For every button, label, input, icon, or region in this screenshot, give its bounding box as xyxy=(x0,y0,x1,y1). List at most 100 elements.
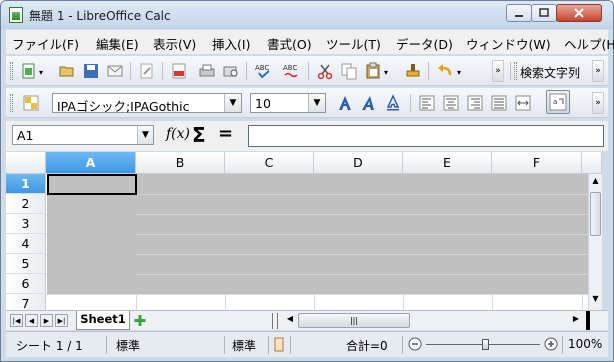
status-page-style[interactable]: 標準 xyxy=(116,337,140,354)
menu-edit[interactable]: 編集(E) xyxy=(96,34,139,53)
column-header-d[interactable]: D xyxy=(314,152,403,174)
column-header-b[interactable]: B xyxy=(136,152,225,174)
paste-dropdown-icon[interactable]: ▾ xyxy=(384,68,388,77)
function-button[interactable]: = xyxy=(218,123,233,144)
tab-splitter-handle[interactable] xyxy=(272,313,278,329)
sum-button[interactable]: Σ xyxy=(192,123,206,147)
edit-file-button[interactable] xyxy=(138,62,156,80)
open-button[interactable] xyxy=(58,62,76,80)
paste-button[interactable] xyxy=(364,62,382,80)
column-header-c[interactable]: C xyxy=(225,152,314,174)
zoom-in-button[interactable] xyxy=(544,337,558,351)
column-header-f[interactable]: F xyxy=(492,152,582,174)
toolbar-grip[interactable] xyxy=(10,62,13,80)
zoom-out-button[interactable] xyxy=(408,337,422,351)
find-overflow-icon[interactable]: » xyxy=(592,60,604,82)
new-document-button[interactable] xyxy=(20,62,38,80)
paintbrush-icon xyxy=(406,64,420,77)
font-name-combo[interactable]: IPAゴシック;IPAGothic ▼ xyxy=(52,93,242,114)
name-box-dropdown-icon[interactable]: ▼ xyxy=(137,126,153,144)
export-pdf-button[interactable] xyxy=(170,62,188,80)
status-sum[interactable]: 合計=0 xyxy=(346,337,388,354)
split-handle[interactable] xyxy=(586,311,590,330)
sheet-tab-sheet1[interactable]: Sheet1 xyxy=(76,311,130,330)
scroll-down-icon[interactable]: ▼ xyxy=(590,294,601,306)
column-header-e[interactable]: E xyxy=(403,152,492,174)
print-button[interactable] xyxy=(198,62,216,80)
font-size-combo[interactable]: 10 ▼ xyxy=(250,93,326,113)
status-mode[interactable]: 標準 xyxy=(232,337,256,354)
email-button[interactable] xyxy=(106,62,124,80)
first-sheet-icon[interactable]: |◀ xyxy=(10,314,23,327)
status-zoom[interactable]: 100% xyxy=(568,337,602,351)
row-header-2[interactable]: 2 xyxy=(6,194,46,214)
menu-window[interactable]: ウィンドウ(W) xyxy=(466,34,551,53)
undo-dropdown-icon[interactable]: ▾ xyxy=(457,68,461,77)
clone-formatting-button[interactable] xyxy=(404,62,422,80)
align-right-button[interactable] xyxy=(466,94,484,112)
menu-view[interactable]: 表示(V) xyxy=(153,34,196,53)
function-wizard-button[interactable]: f(x) xyxy=(166,126,190,142)
font-size-dropdown-icon[interactable]: ▼ xyxy=(308,94,325,112)
cut-button[interactable] xyxy=(316,62,334,80)
merge-cells-button[interactable] xyxy=(514,94,532,112)
menu-help[interactable]: ヘルプ(H) xyxy=(564,34,614,53)
add-sheet-button[interactable] xyxy=(132,313,148,328)
row-header-7[interactable]: 7 xyxy=(6,294,46,310)
underline-button[interactable] xyxy=(384,94,402,112)
vertical-scrollbar[interactable]: ▲ ▼ xyxy=(588,174,602,310)
formula-input[interactable] xyxy=(248,125,604,147)
spellcheck-button[interactable]: ABC xyxy=(254,62,272,80)
new-dropdown-icon[interactable]: ▾ xyxy=(39,68,43,77)
horizontal-scroll-thumb[interactable]: ||| xyxy=(298,313,410,328)
scroll-up-icon[interactable]: ▲ xyxy=(590,176,601,188)
menu-insert[interactable]: 挿入(I) xyxy=(212,34,250,53)
menu-bar: ファイル(F) 編集(E) 表示(V) 挿入(I) 書式(O) ツール(T) デ… xyxy=(6,30,614,54)
menu-file[interactable]: ファイル(F) xyxy=(12,34,79,53)
row-header-6[interactable]: 6 xyxy=(6,274,46,294)
print-preview-button[interactable] xyxy=(222,62,240,80)
spreadsheet-grid[interactable]: A B C D E F 1 2 3 4 5 6 7 xyxy=(6,152,602,310)
italic-button[interactable] xyxy=(360,94,378,112)
copy-button[interactable] xyxy=(340,62,358,80)
toolbar-overflow-icon[interactable]: » xyxy=(492,60,504,82)
align-left-button[interactable] xyxy=(418,94,436,112)
column-header-partial[interactable] xyxy=(582,152,602,174)
italic-icon xyxy=(362,96,374,110)
select-all-corner[interactable] xyxy=(6,152,46,174)
toolbar-grip[interactable] xyxy=(10,94,13,112)
font-name-dropdown-icon[interactable]: ▼ xyxy=(224,94,241,112)
row-header-3[interactable]: 3 xyxy=(6,214,46,234)
find-toolbar-grip[interactable] xyxy=(514,62,517,80)
name-box[interactable]: A1 ▼ xyxy=(12,125,154,145)
autospell-button[interactable]: ABC xyxy=(282,62,300,80)
styles-button[interactable] xyxy=(22,94,40,112)
scroll-left-icon[interactable]: ◀ xyxy=(284,314,296,327)
prev-sheet-icon[interactable]: ◀ xyxy=(25,314,38,327)
row-header-4[interactable]: 4 xyxy=(6,234,46,254)
active-cell-a1[interactable] xyxy=(47,174,137,195)
maximize-button[interactable] xyxy=(531,4,557,22)
spellcheck-icon: ABC xyxy=(255,64,270,79)
zoom-slider-thumb[interactable] xyxy=(482,339,489,350)
justify-button[interactable] xyxy=(490,94,508,112)
scroll-right-icon[interactable]: ▶ xyxy=(570,314,582,327)
row-header-5[interactable]: 5 xyxy=(6,254,46,274)
next-sheet-icon[interactable]: ▶ xyxy=(40,314,53,327)
gridline xyxy=(136,254,602,255)
row-header-1[interactable]: 1 xyxy=(6,174,46,194)
minimize-button[interactable] xyxy=(506,4,532,22)
column-header-a[interactable]: A xyxy=(46,152,136,174)
menu-format[interactable]: 書式(O) xyxy=(267,34,312,53)
wrap-text-button[interactable]: a xyxy=(546,90,570,114)
menu-data[interactable]: データ(D) xyxy=(396,34,453,53)
close-button[interactable] xyxy=(556,4,602,22)
vertical-scroll-thumb[interactable] xyxy=(590,192,601,236)
undo-button[interactable] xyxy=(436,62,454,80)
save-button[interactable] xyxy=(82,62,100,80)
bold-button[interactable] xyxy=(336,94,354,112)
menu-tools[interactable]: ツール(T) xyxy=(326,34,381,53)
align-center-button[interactable] xyxy=(442,94,460,112)
format-overflow-icon[interactable]: » xyxy=(592,92,604,114)
last-sheet-icon[interactable]: ▶| xyxy=(55,314,68,327)
